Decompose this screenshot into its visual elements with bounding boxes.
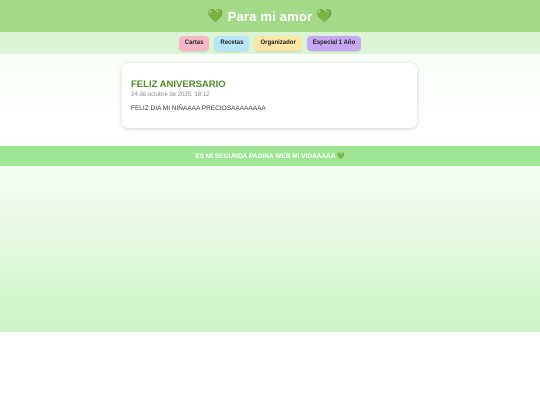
site-header: 💚 Para mi amor 💚 bbox=[0, 0, 540, 32]
nav-button-cartas[interactable]: Cartas bbox=[178, 35, 210, 51]
footer-text: ES MI SEGUNDA PAGINA WEB MI VIDAAAAA bbox=[195, 152, 336, 160]
nav-button-recetas[interactable]: Recetas bbox=[214, 35, 250, 51]
nav-bar: Cartas Recetas Organizador Especial 1 Añ… bbox=[0, 32, 540, 54]
nav-button-organizador[interactable]: Organizador bbox=[254, 35, 302, 51]
green-heart-icon: 💚 bbox=[207, 8, 224, 23]
card-body: FELIZ DIA MI NIÑAAAA PRECIOSAAAAAAAA bbox=[131, 105, 266, 112]
card-title: FELIZ ANIVERSARIO bbox=[131, 79, 226, 90]
green-heart-icon: 💚 bbox=[316, 8, 333, 23]
green-heart-icon: 💚 bbox=[336, 153, 345, 160]
card-date: 24 de octubre de 2025, 18:12 bbox=[131, 92, 210, 98]
site-title: Para mi amor bbox=[227, 8, 313, 24]
footer-banner: ES MI SEGUNDA PAGINA WEB MI VIDAAAAA 💚 bbox=[0, 146, 540, 166]
message-card: FELIZ ANIVERSARIO 24 de octubre de 2025,… bbox=[122, 63, 417, 128]
nav-button-especial[interactable]: Especial 1 Año bbox=[306, 35, 362, 51]
